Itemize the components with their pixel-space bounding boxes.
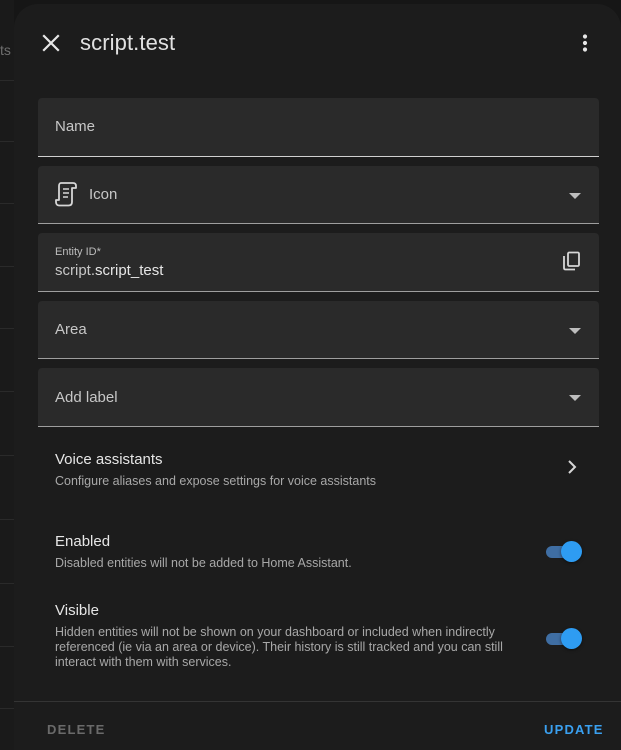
background-divider	[0, 455, 14, 456]
background-divider	[0, 519, 14, 520]
entity-settings-dialog: script.test Name Icon Entity ID* script.…	[14, 4, 621, 750]
voice-assistants-title: Voice assistants	[55, 451, 163, 468]
background-divider	[0, 266, 14, 267]
script-text-icon	[55, 182, 77, 207]
enabled-toggle[interactable]	[544, 541, 582, 563]
visible-toggle[interactable]	[544, 628, 582, 650]
close-icon	[42, 34, 60, 52]
background-divider	[0, 203, 14, 204]
footer-divider	[14, 701, 621, 702]
entity-id-field[interactable]: Entity ID* script.script_test	[38, 233, 599, 292]
toggle-knob	[561, 541, 582, 562]
background-divider	[0, 328, 14, 329]
toggle-knob	[561, 628, 582, 649]
chevron-right-icon	[568, 460, 577, 474]
enabled-description: Disabled entities will not be added to H…	[55, 556, 352, 570]
copy-icon[interactable]	[561, 251, 581, 271]
area-picker[interactable]: Area	[38, 301, 599, 359]
visible-title: Visible	[55, 602, 99, 619]
visible-description: Hidden entities will not be shown on you…	[55, 625, 503, 669]
delete-button[interactable]: DELETE	[47, 722, 105, 737]
name-field-label: Name	[55, 118, 96, 135]
background-divider	[0, 708, 14, 709]
dropdown-caret-icon	[569, 395, 581, 401]
entity-id-prefix: script.	[55, 262, 96, 279]
background-divider	[0, 391, 14, 392]
dropdown-caret-icon	[569, 192, 581, 199]
dialog-header: script.test	[14, 4, 621, 84]
background-divider	[0, 80, 14, 81]
background-divider	[0, 583, 14, 584]
update-button[interactable]: UPDATE	[544, 722, 604, 737]
close-button[interactable]	[36, 28, 66, 58]
icon-field-label: Icon	[89, 186, 118, 203]
entity-id-label: Entity ID*	[55, 246, 101, 258]
more-options-button[interactable]	[570, 28, 600, 58]
background-truncated-text: ts	[0, 42, 11, 58]
enabled-row: Enabled Disabled entities will not be ad…	[38, 533, 599, 577]
area-field-label: Area	[55, 321, 87, 338]
background-divider	[0, 646, 14, 647]
entity-id-value: script.script_test	[55, 262, 163, 279]
icon-picker[interactable]: Icon	[38, 166, 599, 224]
voice-assistants-description: Configure aliases and expose settings fo…	[55, 474, 377, 488]
add-label-picker[interactable]: Add label	[38, 368, 599, 427]
dropdown-caret-icon	[569, 327, 581, 334]
background-list: ts	[0, 0, 14, 750]
background-divider	[0, 141, 14, 142]
dialog-title: script.test	[80, 30, 176, 55]
enabled-title: Enabled	[55, 533, 111, 550]
more-vertical-icon	[582, 34, 588, 52]
name-field[interactable]: Name	[38, 98, 599, 157]
entity-id-input-text: script_test	[95, 262, 164, 279]
voice-assistants-row[interactable]: Voice assistants Configure aliases and e…	[38, 451, 599, 495]
visible-row: Visible Hidden entities will not be show…	[38, 602, 599, 682]
add-label-field-label: Add label	[55, 389, 118, 406]
